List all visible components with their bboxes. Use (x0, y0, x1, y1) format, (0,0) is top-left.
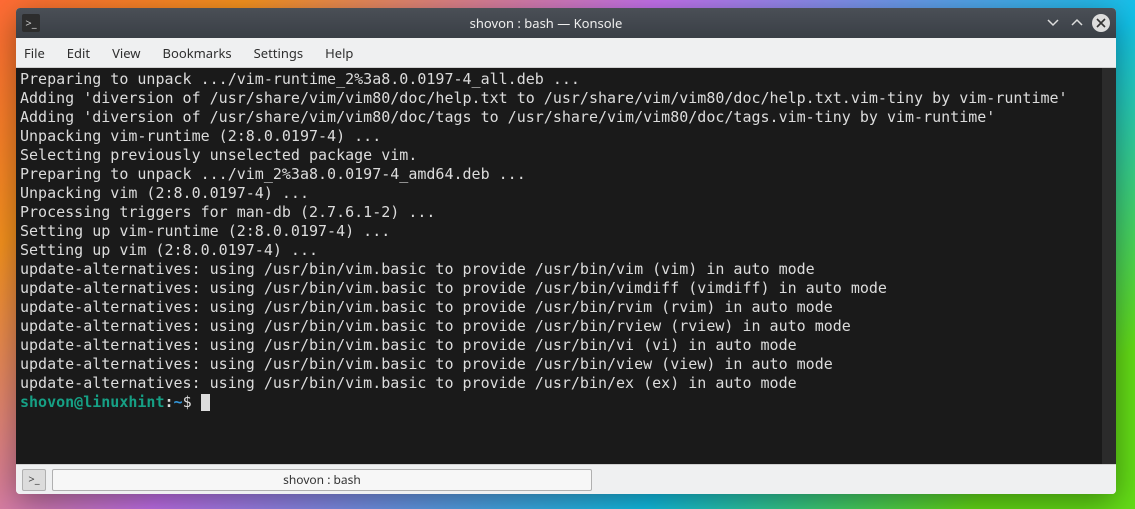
minimize-button[interactable] (1044, 14, 1062, 32)
new-tab-button[interactable]: >_ (22, 469, 46, 491)
maximize-button[interactable] (1068, 14, 1086, 32)
window-title: shovon : bash — Konsole (48, 14, 1044, 32)
prompt-path: ~ (174, 393, 183, 411)
terminal-area: Preparing to unpack .../vim-runtime_2%3a… (16, 68, 1116, 464)
tab-active[interactable]: shovon : bash (52, 469, 592, 491)
menu-settings[interactable]: Settings (254, 44, 303, 62)
konsole-window: >_ shovon : bash — Konsole File Edit Vie… (16, 8, 1116, 494)
terminal-output[interactable]: Preparing to unpack .../vim-runtime_2%3a… (16, 68, 1102, 464)
prompt-sep: : (165, 393, 174, 411)
menu-edit[interactable]: Edit (67, 44, 90, 62)
close-button[interactable] (1092, 14, 1110, 32)
tabbar: >_ shovon : bash (16, 464, 1116, 494)
menu-view[interactable]: View (112, 44, 140, 62)
window-controls (1044, 14, 1110, 32)
titlebar[interactable]: >_ shovon : bash — Konsole (16, 8, 1116, 38)
scrollbar[interactable] (1102, 68, 1116, 464)
terminal-cursor (201, 394, 210, 411)
menu-bookmarks[interactable]: Bookmarks (163, 44, 232, 62)
menu-help[interactable]: Help (325, 44, 353, 62)
menu-file[interactable]: File (24, 44, 45, 62)
menubar: File Edit View Bookmarks Settings Help (16, 38, 1116, 68)
app-icon: >_ (22, 14, 40, 32)
prompt-user: shovon@linuxhint (20, 393, 165, 411)
